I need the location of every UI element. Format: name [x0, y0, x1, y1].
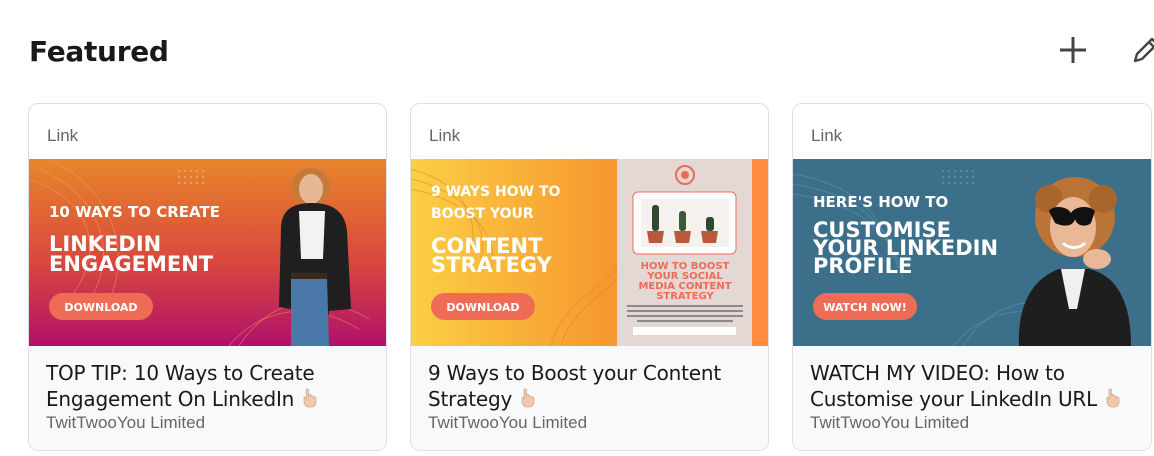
image-kicker: 10 WAYS TO CREATE: [49, 203, 220, 221]
pointing-hand-icon: [1106, 388, 1120, 408]
featured-header: Featured: [29, 30, 1154, 74]
pointing-hand-icon: [521, 388, 535, 408]
card-thumbnail[interactable]: 10 WAYS TO CREATE LINKEDIN ENGAGEMENT DO…: [29, 159, 386, 346]
card-author: TwitTwooYou Limited: [428, 413, 588, 432]
image-button-label: WATCH NOW!: [823, 301, 907, 314]
card-body[interactable]: 9 Ways to Boost your Content Strategy Tw…: [411, 346, 768, 450]
card-thumbnail[interactable]: HOW TO BOOST YOUR SOCIAL MEDIA CONTENT S…: [411, 159, 768, 346]
card-body[interactable]: WATCH MY VIDEO: How to Customise your Li…: [793, 346, 1151, 450]
card-title: 9 Ways to Boost your Content Strategy: [428, 361, 721, 411]
card-kind-label: Link: [47, 126, 79, 145]
image-headline-3: PROFILE: [813, 254, 912, 278]
card-title: TOP TIP: 10 Ways to Create Engagement On…: [46, 360, 376, 412]
image-kicker: HERE'S HOW TO: [813, 193, 948, 211]
card-kind-label: Link: [429, 126, 461, 145]
plus-icon: [1060, 37, 1086, 63]
image-kicker-2: BOOST YOUR: [431, 206, 534, 222]
image-button-label: DOWNLOAD: [64, 301, 137, 314]
image-headline-2: ENGAGEMENT: [49, 252, 214, 276]
featured-card-2[interactable]: Link HOW TO BOOST YOUR SOCIAL MEDIA CONT…: [410, 103, 769, 451]
card-author: TwitTwooYou Limited: [810, 413, 970, 432]
edit-featured-button[interactable]: [1126, 30, 1154, 70]
card-body[interactable]: TOP TIP: 10 Ways to Create Engagement On…: [29, 346, 386, 450]
card-thumbnail[interactable]: HERE'S HOW TO CUSTOMISE YOUR LINKEDIN PR…: [793, 159, 1151, 346]
card-title: WATCH MY VIDEO: How to Customise your Li…: [810, 360, 1140, 412]
image-kicker-1: 9 WAYS HOW TO: [431, 184, 561, 200]
pointing-hand-icon: [303, 388, 317, 408]
featured-card-1[interactable]: Link 10 WAYS TO CREATE LINKEDIN ENGAGEME…: [28, 103, 387, 451]
image-side-4: STRATEGY: [656, 291, 714, 302]
cactus-photo: [641, 199, 729, 247]
section-title: Featured: [29, 35, 169, 68]
image-headline-2: STRATEGY: [431, 253, 553, 277]
add-featured-button[interactable]: [1053, 30, 1093, 70]
card-kind-label: Link: [811, 126, 843, 145]
pencil-icon: [1133, 37, 1154, 63]
card-author: TwitTwooYou Limited: [46, 413, 206, 432]
featured-card-3[interactable]: Link HERE'S HOW TO CUSTOMISE YOUR LINKED…: [792, 103, 1152, 451]
image-button-label: DOWNLOAD: [446, 301, 519, 314]
